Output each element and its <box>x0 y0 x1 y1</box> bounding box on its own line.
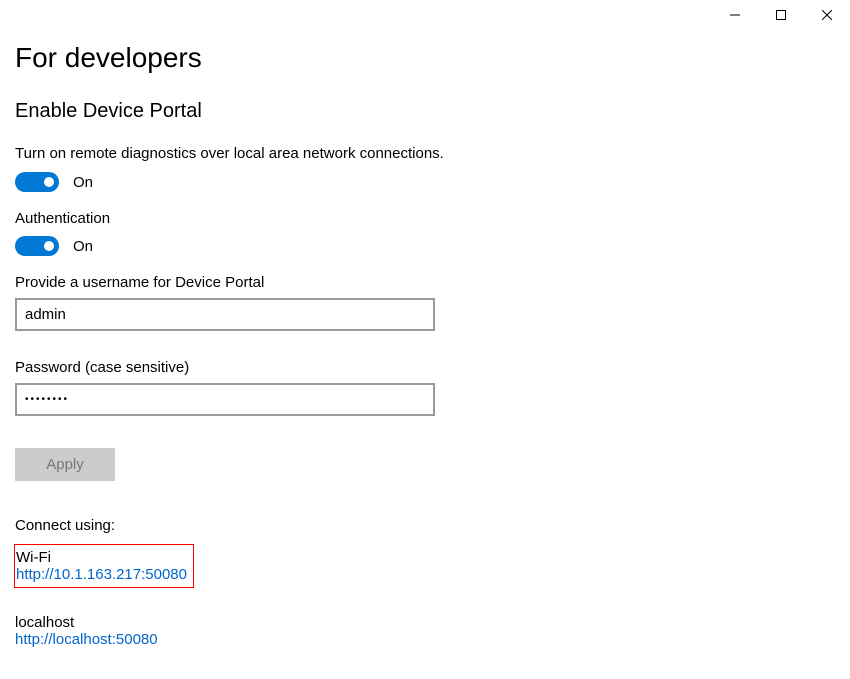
authentication-toggle-row: On <box>15 236 850 256</box>
page-title: For developers <box>15 42 850 74</box>
authentication-toggle[interactable] <box>15 236 59 256</box>
wifi-connect-block: Wi-Fi http://10.1.163.217:50080 <box>14 544 194 588</box>
close-button[interactable] <box>804 0 850 30</box>
authentication-label: Authentication <box>15 210 850 227</box>
localhost-name: localhost <box>15 614 850 631</box>
section-title: Enable Device Portal <box>15 100 850 123</box>
remote-diagnostics-label: Turn on remote diagnostics over local ar… <box>15 145 850 162</box>
localhost-connect-block: localhost http://localhost:50080 <box>15 614 850 648</box>
close-icon <box>822 10 832 20</box>
wifi-name: Wi-Fi <box>16 549 187 566</box>
toggle-thumb <box>44 177 54 187</box>
remote-diagnostics-state: On <box>73 174 93 191</box>
authentication-state: On <box>73 238 93 255</box>
maximize-icon <box>776 10 786 20</box>
connect-using-label: Connect using: <box>15 517 850 534</box>
apply-button[interactable]: Apply <box>15 448 115 481</box>
remote-diagnostics-toggle[interactable] <box>15 172 59 192</box>
toggle-thumb <box>44 241 54 251</box>
minimize-button[interactable] <box>712 0 758 30</box>
window-titlebar <box>712 0 850 30</box>
password-label: Password (case sensitive) <box>15 359 850 376</box>
wifi-url-link[interactable]: http://10.1.163.217:50080 <box>16 566 187 583</box>
connect-section: Connect using: Wi-Fi http://10.1.163.217… <box>15 517 850 648</box>
password-input[interactable] <box>15 383 435 416</box>
username-group: Provide a username for Device Portal <box>15 274 850 331</box>
maximize-button[interactable] <box>758 0 804 30</box>
minimize-icon <box>730 10 740 20</box>
localhost-url-link[interactable]: http://localhost:50080 <box>15 631 850 648</box>
username-input[interactable] <box>15 298 435 331</box>
remote-diagnostics-toggle-row: On <box>15 172 850 192</box>
password-group: Password (case sensitive) <box>15 359 850 416</box>
username-label: Provide a username for Device Portal <box>15 274 850 291</box>
content-area: For developers Enable Device Portal Turn… <box>0 0 850 648</box>
